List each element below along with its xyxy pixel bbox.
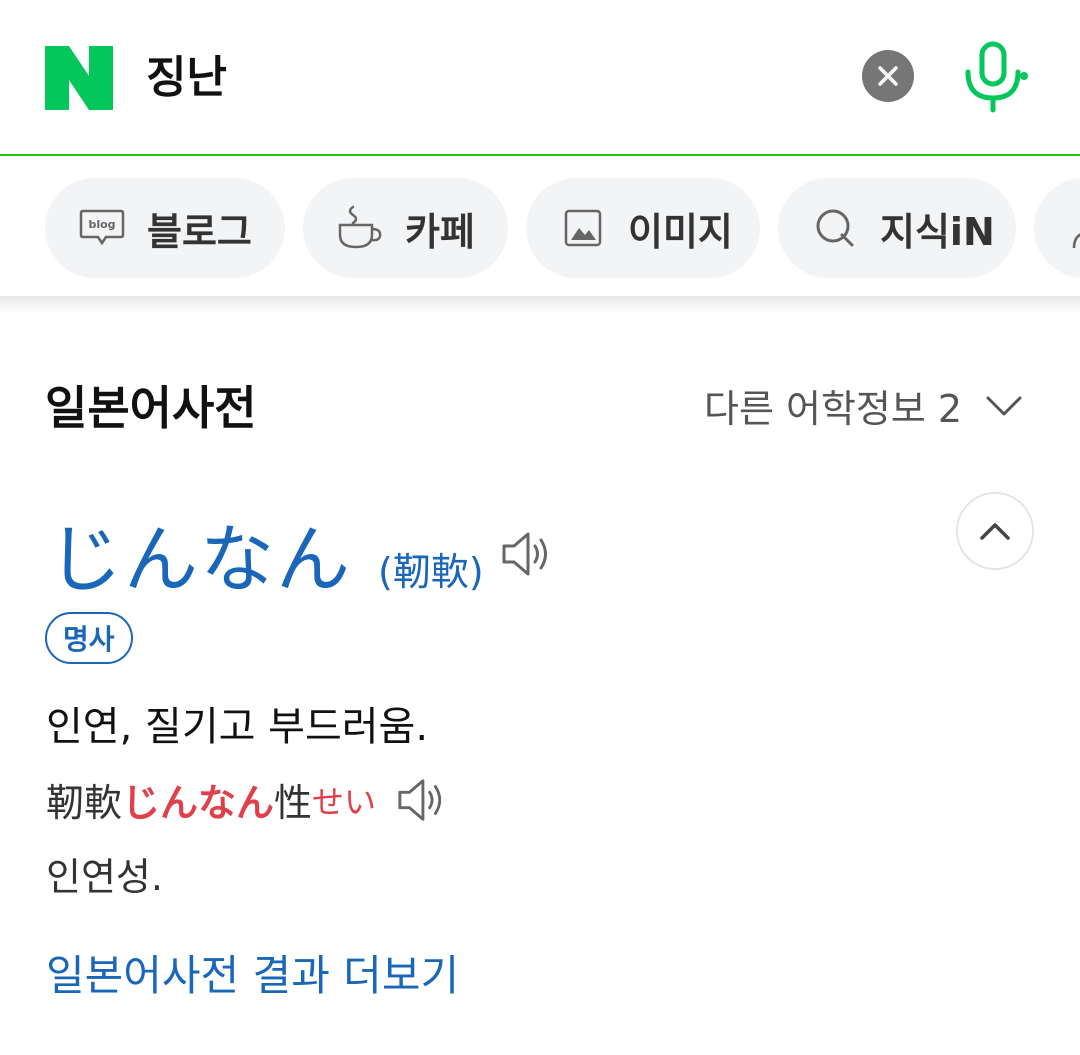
example-reading: せい (312, 782, 377, 821)
chevron-up-icon (980, 523, 1010, 540)
tabs-shadow (0, 296, 1080, 314)
example-highlight: じんなん (122, 781, 275, 825)
person-icon (1068, 205, 1080, 251)
tab-label: 카페 (405, 209, 475, 254)
tab-image[interactable]: 이미지 (526, 178, 760, 278)
pronunciation-speaker-icon[interactable] (500, 528, 552, 580)
section-title: 일본어사전 (45, 381, 257, 435)
clear-search-button[interactable] (862, 50, 914, 102)
other-language-info-label: 다른 어학정보 2 (704, 387, 963, 431)
naver-logo-icon[interactable] (45, 46, 113, 110)
example-speaker-icon[interactable] (396, 775, 446, 825)
tab-kin[interactable]: 지식iN (778, 178, 1016, 278)
entry-kana[interactable]: じんなん (48, 500, 352, 607)
example-sentence: 靭軟 じんなん 性 せい (46, 772, 446, 827)
tab-label: 블로그 (147, 209, 252, 254)
tab-label: 이미지 (628, 209, 733, 254)
search-query[interactable]: 징난 (146, 48, 227, 108)
part-of-speech-badge: 명사 (45, 612, 133, 664)
tab-label: 지식iN (880, 209, 995, 254)
entry-kanji: (靭軟) (378, 550, 484, 594)
example-suffix: 性 (274, 781, 313, 825)
example-prefix: 靭軟 (46, 781, 123, 825)
entry-meaning: 인연, 질기고 부드러움. (46, 704, 429, 750)
microphone-icon (965, 41, 1028, 113)
more-results-link[interactable]: 일본어사전 결과 더보기 (46, 942, 459, 1003)
entry-headword-row: じんなん (靭軟) (48, 500, 552, 607)
collapse-entry-button[interactable] (956, 492, 1034, 570)
image-icon (560, 205, 606, 251)
chevron-down-icon (986, 396, 1022, 415)
blog-icon: blog (79, 205, 125, 251)
example-translation: 인연성. (46, 855, 163, 899)
cafe-cup-icon (337, 205, 383, 251)
svg-text:blog: blog (88, 218, 115, 231)
close-icon (878, 66, 898, 86)
other-language-info-toggle[interactable]: 다른 어학정보 2 (704, 378, 1024, 433)
voice-search-button[interactable] (958, 40, 1030, 116)
tab-cafe[interactable]: 카페 (303, 178, 508, 278)
kin-search-icon (812, 205, 858, 251)
tab-person[interactable] (1034, 178, 1080, 278)
tab-blog[interactable]: blog 블로그 (45, 178, 285, 278)
search-header: 징난 (0, 0, 1080, 156)
search-category-tabs: blog 블로그 카페 이미지 지식iN (0, 158, 1080, 298)
